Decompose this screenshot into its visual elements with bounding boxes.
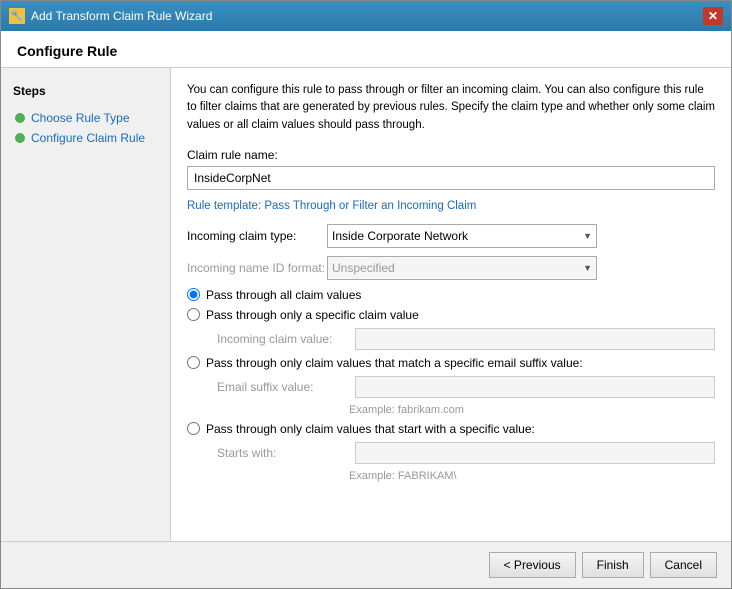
- sidebar-item-label: Choose Rule Type: [31, 111, 130, 125]
- main-body: Steps Choose Rule Type Configure Claim R…: [1, 68, 731, 541]
- radio-pass-email[interactable]: Pass through only claim values that matc…: [187, 356, 715, 370]
- radio-pass-all-input[interactable]: [187, 288, 200, 301]
- radio-pass-specific-input[interactable]: [187, 308, 200, 321]
- window-title: Add Transform Claim Rule Wizard: [31, 9, 212, 23]
- incoming-name-id-format-select[interactable]: Unspecified: [327, 256, 597, 280]
- claim-rule-name-label: Claim rule name:: [187, 148, 715, 162]
- description-text: You can configure this rule to pass thro…: [187, 82, 715, 134]
- incoming-name-id-format-label: Incoming name ID format:: [187, 261, 327, 275]
- incoming-name-id-format-wrapper: Unspecified: [327, 256, 597, 280]
- radio-pass-email-label: Pass through only claim values that matc…: [206, 356, 583, 370]
- radio-pass-starts-input[interactable]: [187, 422, 200, 435]
- finish-button[interactable]: Finish: [582, 552, 644, 578]
- step-done-icon: [15, 113, 25, 123]
- starts-with-input: [355, 442, 715, 464]
- previous-button[interactable]: < Previous: [489, 552, 576, 578]
- email-example-text: Example: fabrikam.com: [349, 404, 715, 416]
- sidebar-item-label: Configure Claim Rule: [31, 131, 145, 145]
- email-suffix-label: Email suffix value:: [217, 380, 347, 394]
- sidebar-item-choose-rule-type[interactable]: Choose Rule Type: [13, 108, 158, 128]
- radio-group: Pass through all claim values Pass throu…: [187, 288, 715, 482]
- starts-with-label: Starts with:: [217, 446, 347, 460]
- page-title: Configure Rule: [1, 31, 731, 68]
- incoming-claim-type-label: Incoming claim type:: [187, 229, 327, 243]
- sidebar: Steps Choose Rule Type Configure Claim R…: [1, 68, 171, 541]
- title-bar-left: 🔧 Add Transform Claim Rule Wizard: [9, 8, 212, 24]
- sidebar-item-configure-claim-rule[interactable]: Configure Claim Rule: [13, 128, 158, 148]
- starts-with-row: Starts with:: [217, 442, 715, 464]
- email-suffix-row: Email suffix value:: [217, 376, 715, 398]
- sidebar-title: Steps: [13, 84, 158, 98]
- radio-pass-email-input[interactable]: [187, 356, 200, 369]
- window-icon: 🔧: [9, 8, 25, 24]
- claim-rule-name-group: Claim rule name:: [187, 148, 715, 190]
- cancel-button[interactable]: Cancel: [650, 552, 717, 578]
- claim-rule-name-input[interactable]: [187, 166, 715, 190]
- radio-pass-starts-label: Pass through only claim values that star…: [206, 422, 535, 436]
- email-suffix-input: [355, 376, 715, 398]
- radio-pass-all[interactable]: Pass through all claim values: [187, 288, 715, 302]
- form-area: You can configure this rule to pass thro…: [171, 68, 731, 541]
- incoming-claim-type-row: Incoming claim type: Inside Corporate Ne…: [187, 224, 715, 248]
- footer: < Previous Finish Cancel: [1, 541, 731, 588]
- content-area: Configure Rule Steps Choose Rule Type Co…: [1, 31, 731, 541]
- incoming-claim-value-label: Incoming claim value:: [217, 332, 347, 346]
- title-bar: 🔧 Add Transform Claim Rule Wizard ✕: [1, 1, 731, 31]
- radio-pass-specific-label: Pass through only a specific claim value: [206, 308, 419, 322]
- incoming-name-id-format-row: Incoming name ID format: Unspecified: [187, 256, 715, 280]
- main-window: 🔧 Add Transform Claim Rule Wizard ✕ Conf…: [0, 0, 732, 589]
- incoming-claim-value-input: [355, 328, 715, 350]
- rule-template-text: Rule template: Pass Through or Filter an…: [187, 200, 715, 212]
- incoming-claim-type-select[interactable]: Inside Corporate Network: [327, 224, 597, 248]
- starts-with-example-text: Example: FABRIKAM\: [349, 470, 715, 482]
- step-active-icon: [15, 133, 25, 143]
- incoming-claim-type-wrapper: Inside Corporate Network: [327, 224, 597, 248]
- close-button[interactable]: ✕: [703, 7, 723, 25]
- radio-pass-specific[interactable]: Pass through only a specific claim value: [187, 308, 715, 322]
- incoming-claim-value-row: Incoming claim value:: [217, 328, 715, 350]
- radio-pass-starts[interactable]: Pass through only claim values that star…: [187, 422, 715, 436]
- radio-pass-all-label: Pass through all claim values: [206, 288, 361, 302]
